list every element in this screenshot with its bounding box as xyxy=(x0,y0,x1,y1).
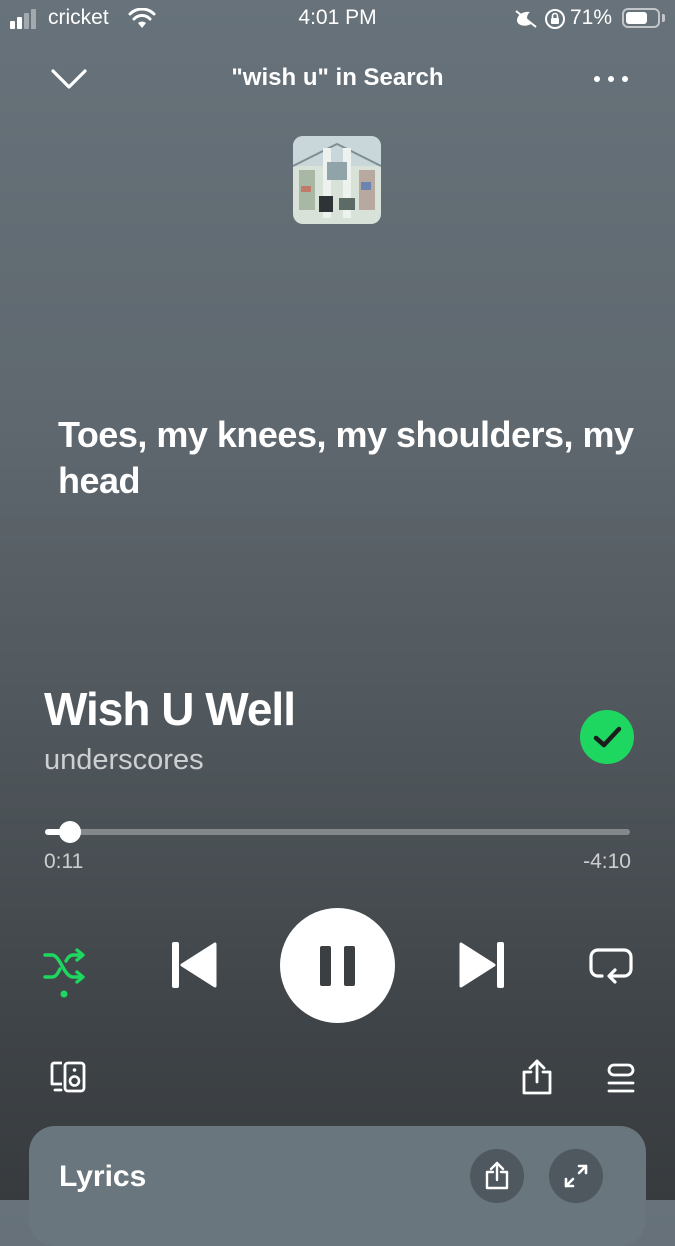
elapsed-time: 0:11 xyxy=(44,850,84,873)
check-icon xyxy=(593,726,622,748)
lyrics-share-button[interactable] xyxy=(470,1149,524,1203)
status-bar: cricket 4:01 PM 71% xyxy=(0,0,675,40)
collapse-chevron-icon[interactable] xyxy=(50,66,88,92)
battery-icon xyxy=(622,8,660,28)
battery-cap xyxy=(662,14,665,22)
pause-button[interactable] xyxy=(280,908,395,1023)
queue-icon[interactable] xyxy=(606,1062,636,1094)
wifi-icon xyxy=(128,8,156,28)
remaining-time: -4:10 xyxy=(583,850,631,873)
track-title[interactable]: Wish U Well xyxy=(44,682,296,736)
progress-bar[interactable] xyxy=(45,821,630,843)
playing-context-title[interactable]: "wish u" in Search xyxy=(150,64,525,92)
battery-percent: 71% xyxy=(570,6,613,29)
carrier-name: cricket xyxy=(48,6,109,29)
share-icon[interactable] xyxy=(521,1058,553,1096)
do-not-disturb-icon xyxy=(515,10,537,28)
share-icon xyxy=(485,1161,509,1190)
artist-name[interactable]: underscores xyxy=(44,744,204,777)
previous-track-icon[interactable] xyxy=(170,940,218,990)
lyrics-card[interactable]: Lyrics xyxy=(29,1126,646,1246)
lyrics-card-label: Lyrics xyxy=(59,1160,147,1193)
signal-icon xyxy=(10,9,36,29)
rotation-lock-icon xyxy=(545,9,565,29)
shuffle-icon[interactable] xyxy=(42,944,88,1000)
lyrics-expand-button[interactable] xyxy=(549,1149,603,1203)
pause-icon xyxy=(320,946,355,986)
album-artwork[interactable] xyxy=(293,136,381,224)
next-track-icon[interactable] xyxy=(458,940,506,990)
connect-devices-icon[interactable] xyxy=(50,1060,86,1094)
repeat-icon[interactable] xyxy=(588,944,634,986)
expand-icon xyxy=(564,1164,588,1188)
clock: 4:01 PM xyxy=(298,6,377,29)
more-options-icon[interactable] xyxy=(592,70,630,88)
liked-check-button[interactable] xyxy=(580,710,634,764)
progress-thumb[interactable] xyxy=(59,821,82,843)
current-lyric-line: Toes, my knees, my shoulders, my head xyxy=(58,414,634,501)
